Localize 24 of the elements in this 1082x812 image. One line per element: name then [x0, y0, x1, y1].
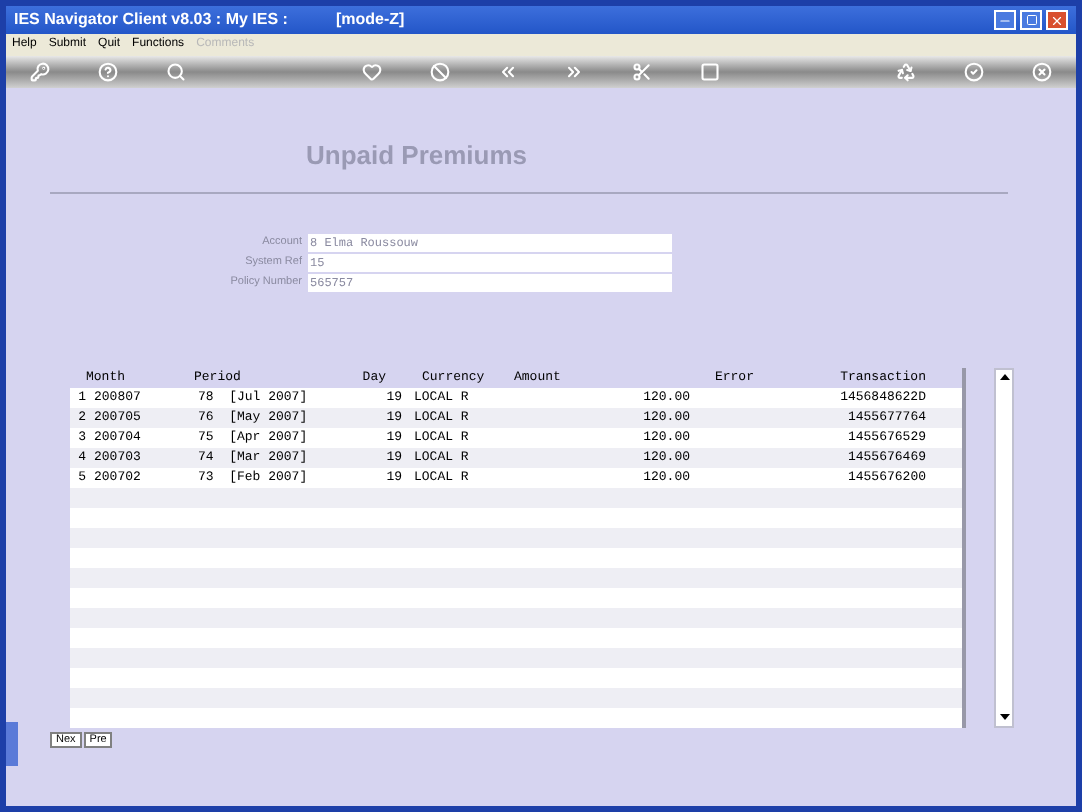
page-heading: Unpaid Premiums	[306, 138, 530, 174]
maximize-icon	[1025, 14, 1037, 26]
double-left-icon[interactable]	[497, 62, 518, 82]
maximize-button[interactable]	[1020, 10, 1042, 30]
minimize-button[interactable]	[994, 10, 1016, 30]
recycle-icon[interactable]	[896, 62, 917, 82]
check-icon[interactable]	[964, 62, 985, 82]
help-icon[interactable]	[97, 62, 118, 82]
window-title: IES Navigator Client v8.03 : My IES :	[14, 8, 288, 32]
close-icon	[1050, 13, 1064, 27]
double-right-icon[interactable]	[564, 62, 585, 82]
key-icon[interactable]	[30, 62, 50, 82]
heart-icon[interactable]	[361, 62, 382, 82]
close-circle-icon[interactable]	[1031, 62, 1052, 82]
scissors-icon[interactable]	[632, 62, 653, 82]
scroll-down-icon[interactable]	[996, 709, 1012, 725]
search-icon[interactable]	[165, 62, 186, 82]
prohibited-icon[interactable]	[429, 62, 450, 82]
mode-label: [mode-Z]	[335, 8, 405, 32]
scrollbar[interactable]	[994, 367, 1014, 727]
square-icon[interactable]	[700, 62, 721, 82]
side-strip	[6, 722, 18, 766]
close-button[interactable]	[1046, 10, 1068, 30]
scroll-up-icon[interactable]	[996, 369, 1012, 385]
